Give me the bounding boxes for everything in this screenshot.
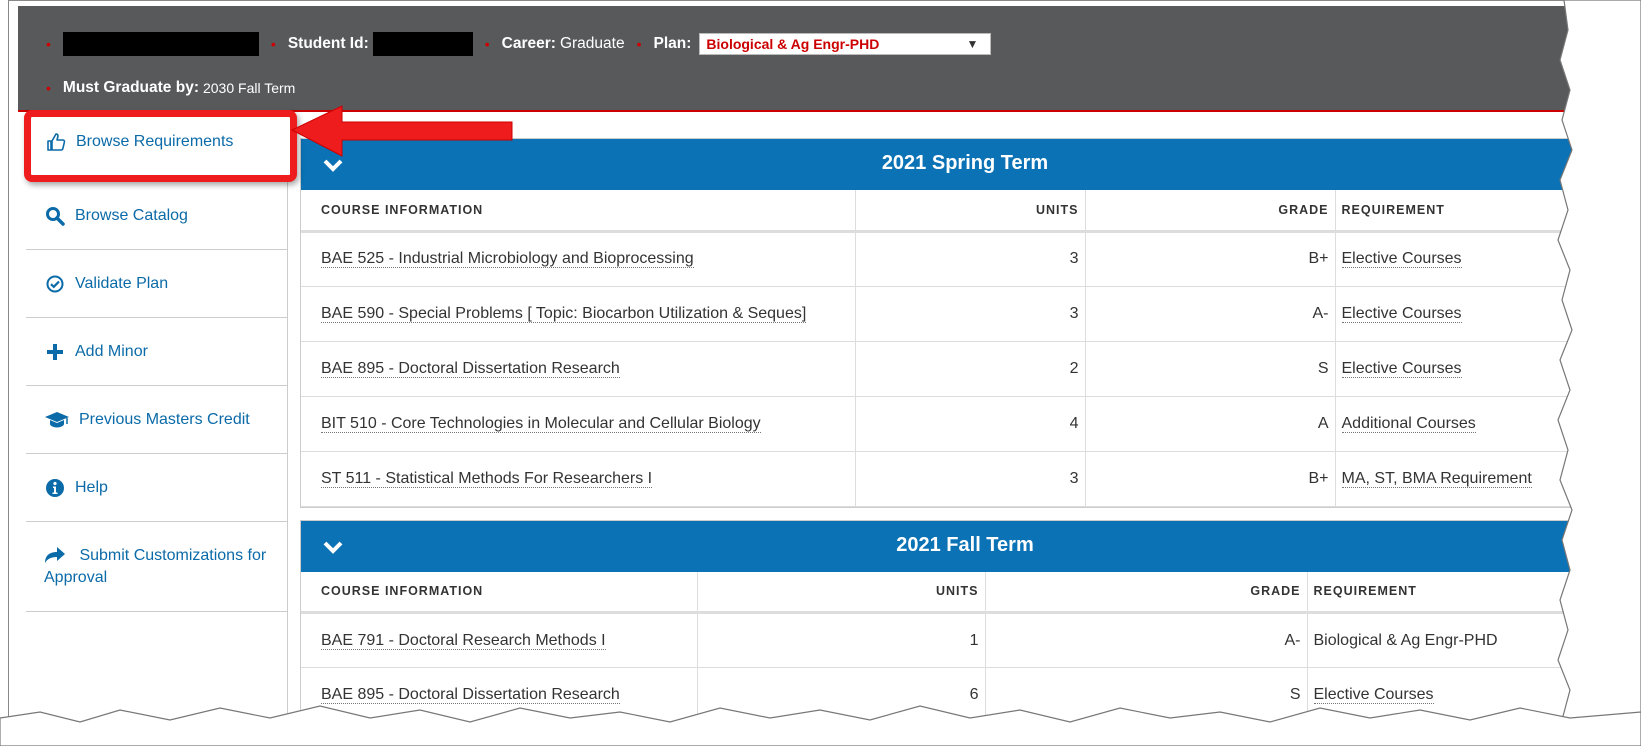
graduate-by-label: Must Graduate by: <box>62 79 199 96</box>
table-row: BAE 895 - Doctoral Dissertation Research… <box>301 341 1629 397</box>
units-cell: 3 <box>855 451 1086 507</box>
requirement-link[interactable]: Elective Courses <box>1341 359 1462 378</box>
grade-cell: A- <box>985 612 1308 668</box>
sidebar-item-label: Add Minor <box>75 343 148 360</box>
units-cell: 4 <box>855 396 1086 452</box>
term-panel: 2021 Fall Term COURSE INFORMATION UNITS … <box>300 519 1630 724</box>
sidebar-item-submit-customizations[interactable]: Submit Customizations for Approval <box>26 522 287 612</box>
column-header-course: COURSE INFORMATION <box>315 190 856 233</box>
course-link[interactable]: BAE 895 - Doctoral Dissertation Research <box>321 359 620 378</box>
units-cell: 3 <box>855 286 1086 342</box>
sidebar-item-label: Browse Requirements <box>76 133 234 150</box>
column-header-grade: GRADE <box>985 571 1308 614</box>
bullet: • <box>636 36 642 52</box>
sidebar-item-label: Previous Masters Credit <box>79 411 250 428</box>
course-link[interactable]: BIT 510 - Core Technologies in Molecular… <box>321 414 761 433</box>
plan-selected-value: Biological & Ag Engr-PHD <box>706 36 880 52</box>
sidebar-item-browse-requirements[interactable]: Browse Requirements <box>24 110 297 182</box>
sidebar-item-label: Validate Plan <box>75 275 169 292</box>
annotation-arrow <box>290 105 513 157</box>
table-row: BIT 510 - Core Technologies in Molecular… <box>301 396 1629 452</box>
dropdown-caret-icon: ▼ <box>966 37 979 51</box>
main-content: 2021 Spring Term COURSE INFORMATION UNIT… <box>300 138 1630 746</box>
sidebar-item-previous-masters-credit[interactable]: Previous Masters Credit <box>26 386 287 454</box>
career-value: Graduate <box>559 35 625 52</box>
table-row: BAE 590 - Special Problems [ Topic: Bioc… <box>301 286 1629 342</box>
sidebar-item-label: Submit Customizations for Approval <box>44 547 267 586</box>
plus-icon <box>44 341 66 363</box>
requirement-link[interactable]: Elective Courses <box>1313 686 1434 704</box>
info-circle-icon <box>44 477 66 499</box>
graduation-cap-icon <box>44 409 70 431</box>
units-cell: 3 <box>855 231 1086 287</box>
units-cell: 1 <box>697 612 986 668</box>
student-info-row: • • Student Id: • Career: Graduate • Pla… <box>46 32 992 56</box>
graduate-by-value: 2030 Fall Term <box>202 80 296 96</box>
requirement-link[interactable]: Elective Courses <box>1341 250 1462 268</box>
table-header-row: COURSE INFORMATION UNITS GRADE REQUIREME… <box>301 190 1629 233</box>
grade-cell: S <box>985 667 1308 723</box>
course-table: COURSE INFORMATION UNITS GRADE REQUIREME… <box>301 571 1629 723</box>
search-icon <box>44 205 66 227</box>
sidebar-item-validate-plan[interactable]: Validate Plan <box>26 250 287 318</box>
requirement-link[interactable]: MA, ST, BMA Requirement <box>1341 469 1532 488</box>
course-link[interactable]: BAE 590 - Special Problems [ Topic: Bioc… <box>321 304 807 323</box>
column-header-requirement: REQUIREMENT <box>1307 571 1629 614</box>
units-cell: 2 <box>855 341 1086 397</box>
table-row: BAE 791 - Doctoral Research Methods I 1 … <box>301 612 1629 668</box>
grade-cell: A- <box>1085 286 1336 342</box>
sidebar-item-browse-catalog[interactable]: Browse Catalog <box>26 182 287 250</box>
plan-select[interactable]: Biological & Ag Engr-PHD ▼ <box>699 33 992 55</box>
term-title: 2021 Fall Term <box>896 533 1034 556</box>
table-row: BAE 525 - Industrial Microbiology and Bi… <box>301 231 1629 287</box>
grade-cell: A <box>1085 396 1336 452</box>
grade-cell: S <box>1085 341 1336 397</box>
course-link[interactable]: ST 511 - Statistical Methods For Researc… <box>321 469 653 488</box>
grade-cell: B+ <box>1085 451 1336 507</box>
plan-label: Plan: <box>653 35 692 52</box>
sidebar-item-label: Help <box>75 479 108 496</box>
student-id-label: Student Id: <box>287 35 369 52</box>
table-row: BAE 895 - Doctoral Dissertation Research… <box>301 667 1629 723</box>
course-link[interactable]: BAE 895 - Doctoral Dissertation Research <box>321 686 620 704</box>
table-header-row: COURSE INFORMATION UNITS GRADE REQUIREME… <box>301 571 1629 614</box>
sidebar-item-label: Browse Catalog <box>75 207 188 224</box>
course-link[interactable]: BAE 791 - Doctoral Research Methods I <box>321 631 606 650</box>
requirement-text: Biological & Ag Engr-PHD <box>1313 631 1498 649</box>
bullet: • <box>270 36 276 52</box>
bullet: • <box>484 36 490 52</box>
career-label: Career: <box>501 35 556 52</box>
graduate-by-row: • Must Graduate by: 2030 Fall Term <box>46 79 295 97</box>
course-link[interactable]: BAE 525 - Industrial Microbiology and Bi… <box>321 250 694 268</box>
student-header: • • Student Id: • Career: Graduate • Pla… <box>18 6 1628 112</box>
units-cell: 6 <box>697 667 986 723</box>
column-header-units: UNITS <box>697 571 986 614</box>
course-table: COURSE INFORMATION UNITS GRADE REQUIREME… <box>301 190 1629 507</box>
sidebar-item-help[interactable]: Help <box>26 454 287 522</box>
requirement-link[interactable]: Elective Courses <box>1341 304 1462 323</box>
sidebar-item-add-minor[interactable]: Add Minor <box>26 318 287 386</box>
share-arrow-icon <box>44 544 66 566</box>
term-header[interactable]: 2021 Fall Term <box>301 520 1629 572</box>
redacted-student-id <box>372 32 473 56</box>
column-header-requirement: REQUIREMENT <box>1335 190 1629 233</box>
column-header-units: UNITS <box>855 190 1086 233</box>
table-row: ST 511 - Statistical Methods For Researc… <box>301 451 1629 507</box>
redacted-student-name <box>62 32 259 56</box>
check-circle-icon <box>44 273 66 295</box>
thumbs-up-icon <box>45 131 67 153</box>
requirement-link[interactable]: Additional Courses <box>1341 414 1476 433</box>
bullet: • <box>46 80 51 96</box>
sidebar: Browse Requirements Browse Catalog Valid… <box>24 110 297 746</box>
grade-cell: B+ <box>1085 231 1336 287</box>
term-panel: 2021 Spring Term COURSE INFORMATION UNIT… <box>300 138 1630 508</box>
column-header-course: COURSE INFORMATION <box>315 571 698 614</box>
bullet: • <box>46 36 51 52</box>
column-header-grade: GRADE <box>1085 190 1336 233</box>
